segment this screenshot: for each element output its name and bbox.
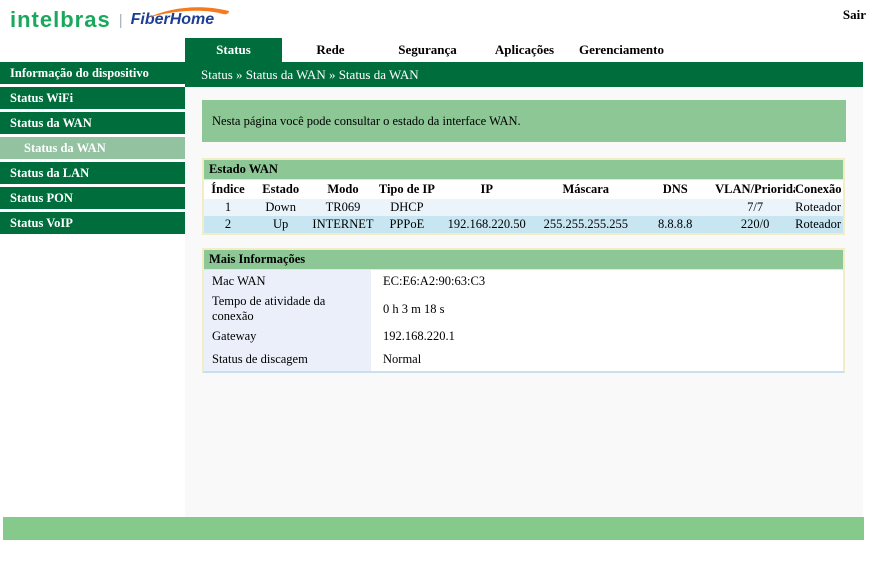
wan-table-header-row: ÍndiceEstadoModoTipo de IPIPMáscaraDNSVL…: [204, 180, 843, 199]
sidebar-item-status-pon[interactable]: Status PON: [0, 187, 185, 209]
cell: [437, 199, 536, 216]
column-header-vlan-prioridade: VLAN/Prioridade: [715, 180, 795, 199]
sidebar-item-status-wifi[interactable]: Status WiFi: [0, 87, 185, 109]
sidebar-item-informacao-do-dispositivo[interactable]: Informação do dispositivo: [0, 62, 185, 84]
footer-bar: [3, 517, 864, 540]
content-area: Nesta página você pode consultar o estad…: [185, 87, 863, 517]
wan-table-title: Estado WAN: [204, 160, 843, 180]
tab-gerenciamento[interactable]: Gerenciamento: [573, 38, 670, 62]
top-header: intelbras | FiberHome Sair: [0, 0, 890, 38]
cell: 7/7: [715, 199, 795, 216]
cell: 8.8.8.8: [635, 216, 715, 233]
tab-status[interactable]: Status: [185, 38, 282, 62]
cell: DHCP: [377, 199, 438, 216]
cell: Up: [252, 216, 310, 233]
sidebar-item-status-da-lan[interactable]: Status da LAN: [0, 162, 185, 184]
column-header-conexao: Conexão: [795, 180, 843, 199]
cell: 2: [204, 216, 252, 233]
column-header-modo: Modo: [309, 180, 376, 199]
column-header-mascara: Máscara: [536, 180, 635, 199]
info-row-label: Mac WAN: [204, 270, 371, 293]
tab-aplicacoes[interactable]: Aplicações: [476, 38, 573, 62]
intelbras-logo: intelbras: [10, 9, 111, 31]
cell: 220/0: [715, 216, 795, 233]
more-info-table: Mac WANEC:E6:A2:90:63:C3Tempo de ativida…: [204, 270, 843, 371]
cell: Roteador: [795, 199, 843, 216]
info-row-label: Gateway: [204, 325, 371, 348]
info-message-box: Nesta página você pode consultar o estad…: [202, 100, 846, 142]
info-row-value: EC:E6:A2:90:63:C3: [371, 270, 843, 293]
table-row: 2UpINTERNETPPPoE192.168.220.50255.255.25…: [204, 216, 843, 233]
cell: [536, 199, 635, 216]
fiberhome-logo: FiberHome: [131, 11, 215, 29]
cell: 192.168.220.50: [437, 216, 536, 233]
cell: Roteador: [795, 216, 843, 233]
column-header-ip: IP: [437, 180, 536, 199]
cell: 1: [204, 199, 252, 216]
info-row: Tempo de atividade da conexão0 h 3 m 18 …: [204, 293, 843, 325]
info-row-value: 0 h 3 m 18 s: [371, 293, 843, 325]
column-header-tipo-de-ip: Tipo de IP: [377, 180, 438, 199]
info-row: Status de discagemNormal: [204, 348, 843, 371]
sidebar-nav: Informação do dispositivo Status WiFi Stat…: [0, 62, 185, 237]
main-nav-tabs: StatusRedeSegurançaAplicaçõesGerenciamen…: [185, 38, 670, 62]
wan-status-section: Estado WAN ÍndiceEstadoModoTipo de IPIPM…: [202, 158, 845, 235]
sidebar-item-status-da-wan[interactable]: Status da WAN: [0, 112, 185, 134]
column-header-dns: DNS: [635, 180, 715, 199]
info-row-value: 192.168.220.1: [371, 325, 843, 348]
logout-link[interactable]: Sair: [843, 7, 866, 23]
cell: 255.255.255.255: [536, 216, 635, 233]
sidebar-item-status-voip[interactable]: Status VoIP: [0, 212, 185, 234]
tab-rede[interactable]: Rede: [282, 38, 379, 62]
more-info-section: Mais Informações Mac WANEC:E6:A2:90:63:C…: [202, 248, 845, 373]
breadcrumb: Status » Status da WAN » Status da WAN: [185, 62, 863, 87]
cell: [635, 199, 715, 216]
logo: intelbras | FiberHome: [10, 9, 214, 31]
cell: Down: [252, 199, 310, 216]
column-header-estado: Estado: [252, 180, 310, 199]
cell: INTERNET: [309, 216, 376, 233]
tab-seguranca[interactable]: Segurança: [379, 38, 476, 62]
more-info-title: Mais Informações: [204, 250, 843, 270]
column-header-indice: Índice: [204, 180, 252, 199]
info-row-value: Normal: [371, 348, 843, 371]
cell: TR069: [309, 199, 376, 216]
logo-separator: |: [119, 12, 123, 29]
fiberhome-logo-text: FiberHome: [131, 11, 215, 28]
wan-status-table: ÍndiceEstadoModoTipo de IPIPMáscaraDNSVL…: [204, 180, 843, 233]
info-row-label: Status de discagem: [204, 348, 371, 371]
info-message-text: Nesta página você pode consultar o estad…: [212, 114, 521, 129]
info-row-label: Tempo de atividade da conexão: [204, 293, 371, 325]
table-row: 1DownTR069DHCP 7/7Roteador: [204, 199, 843, 216]
info-row: Mac WANEC:E6:A2:90:63:C3: [204, 270, 843, 293]
sidebar-subitem-status-da-wan[interactable]: Status da WAN: [0, 137, 185, 159]
cell: PPPoE: [377, 216, 438, 233]
info-row: Gateway192.168.220.1: [204, 325, 843, 348]
